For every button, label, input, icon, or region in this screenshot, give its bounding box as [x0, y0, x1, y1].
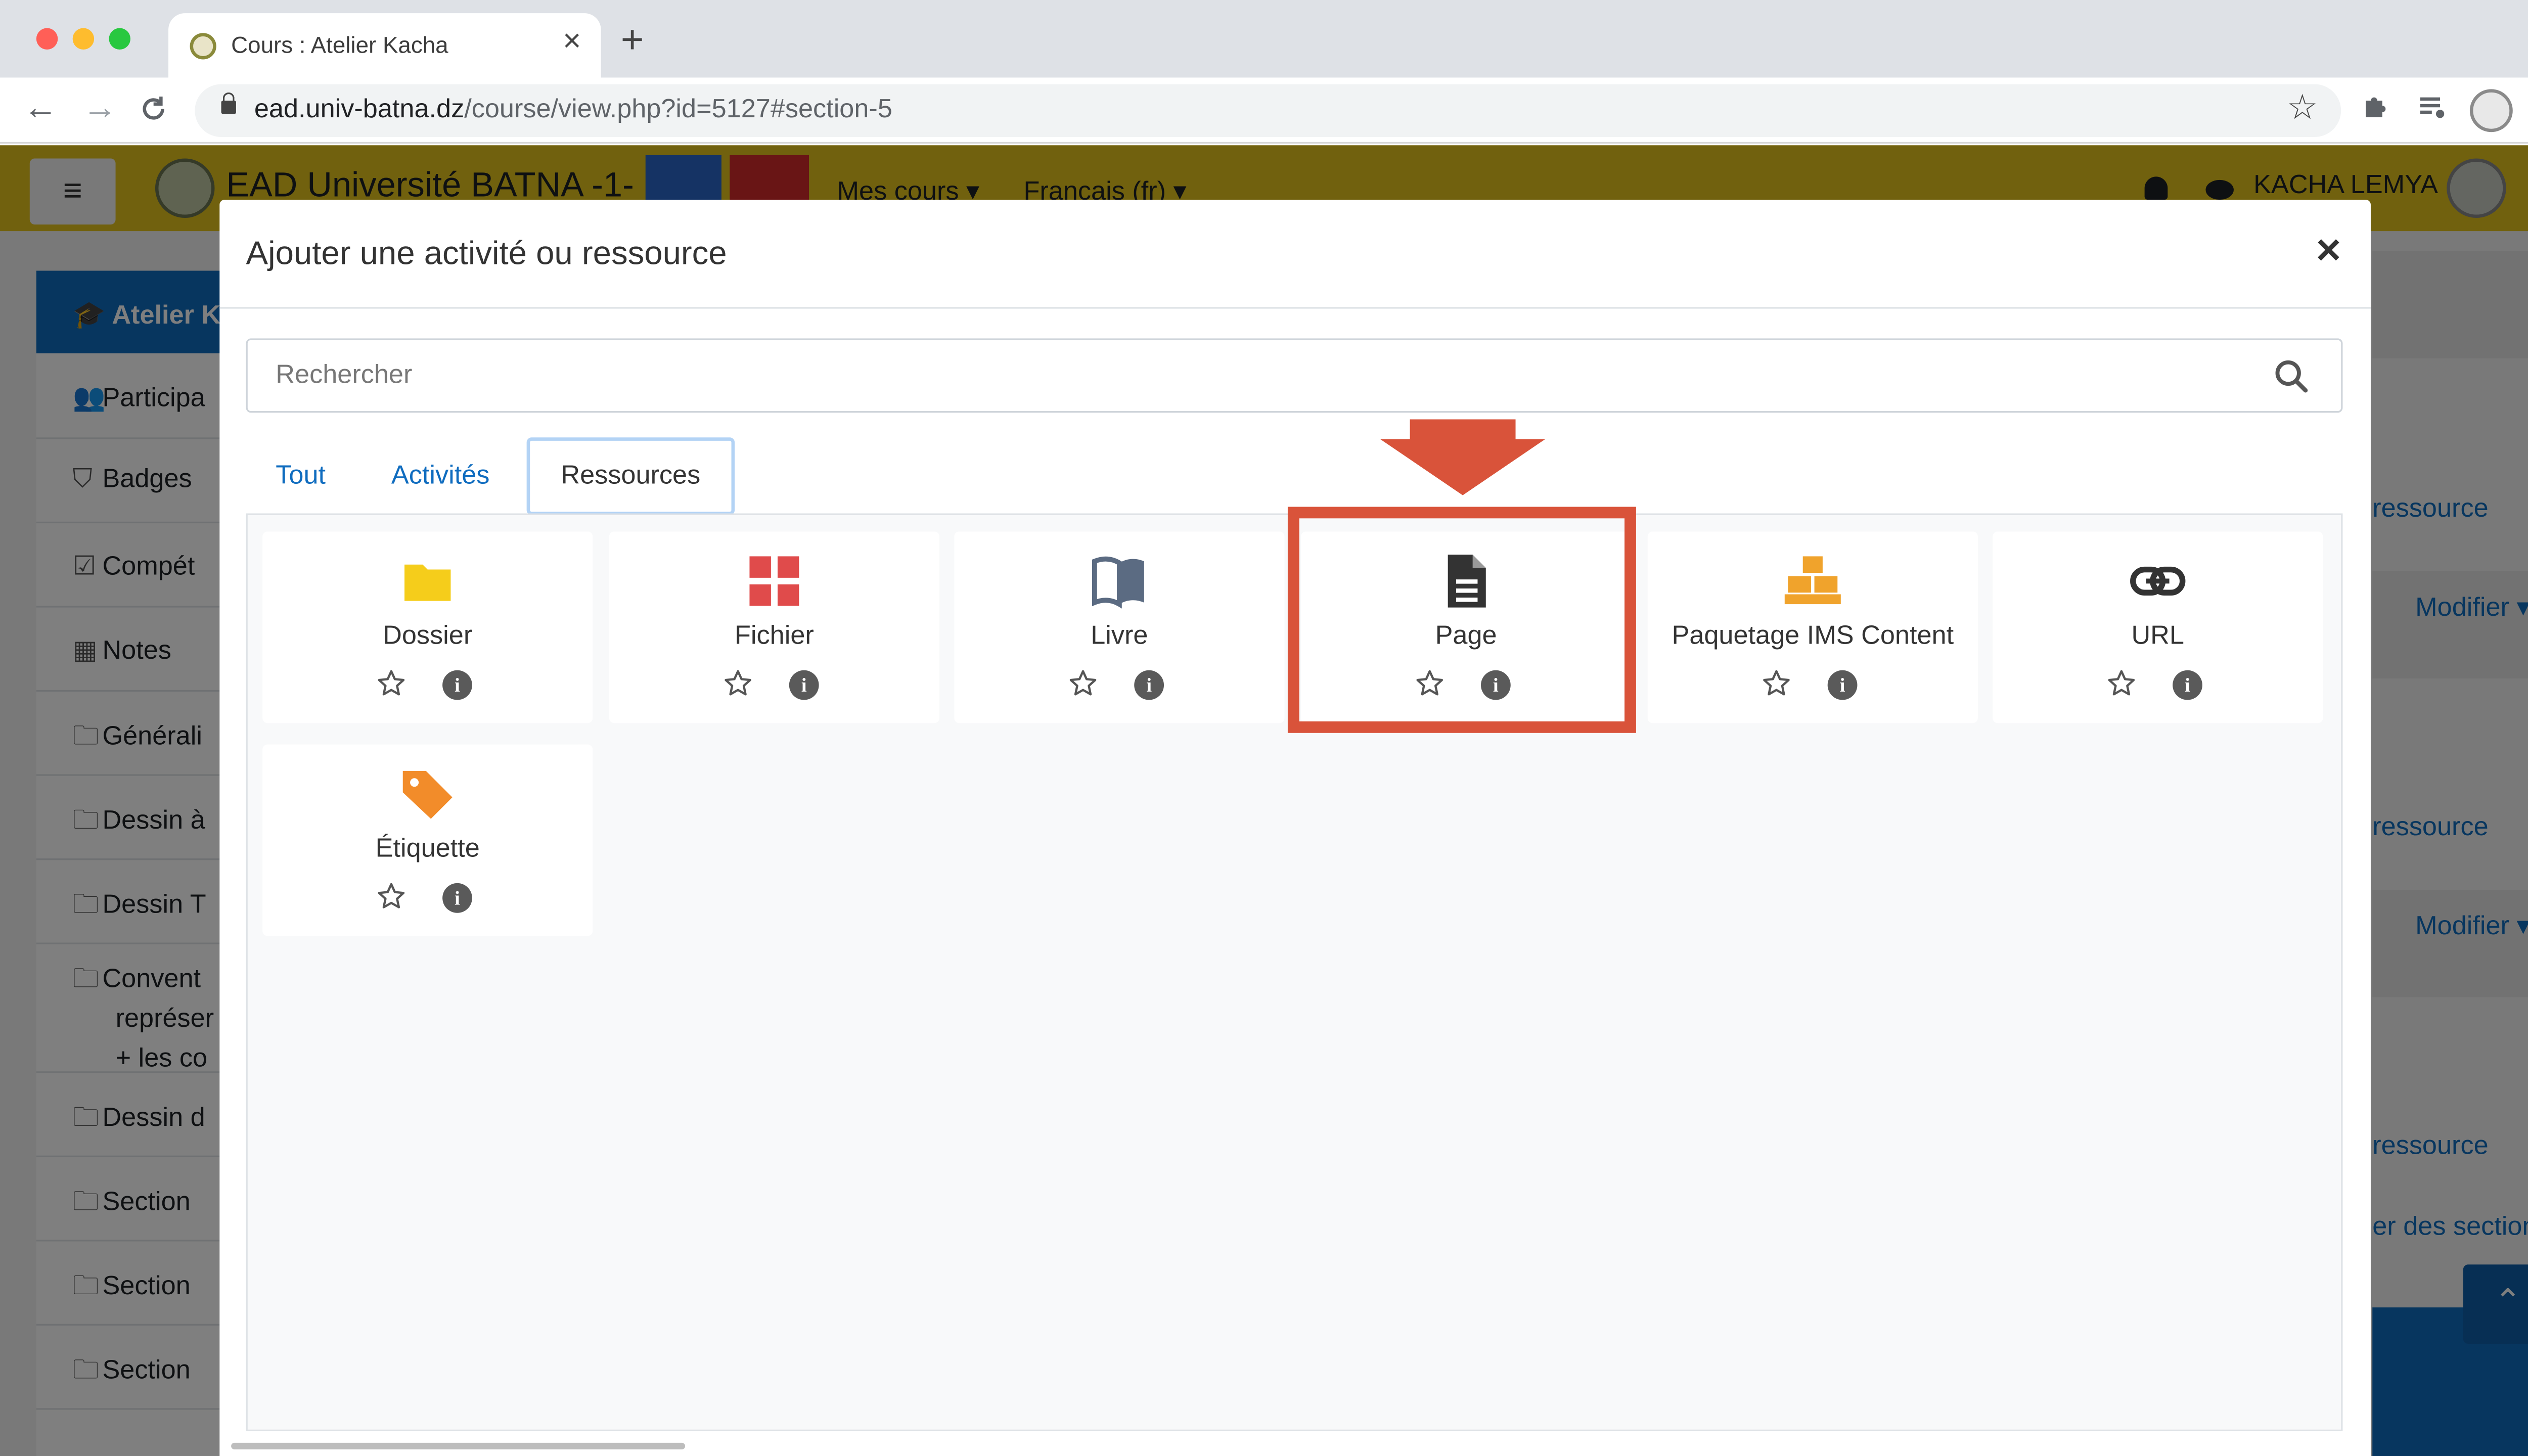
tab-resources[interactable]: Ressources	[526, 437, 735, 515]
star-favourite-icon[interactable]	[376, 668, 406, 698]
book-icon	[1092, 556, 1144, 609]
extensions-icon[interactable]	[2361, 93, 2390, 129]
tab-close-icon[interactable]: ×	[563, 25, 581, 61]
reload-icon	[143, 97, 164, 120]
star-favourite-icon[interactable]	[1068, 668, 1098, 698]
modal-close-button[interactable]: ×	[2316, 224, 2341, 276]
resource-card-fichier[interactable]: Fichier i	[609, 531, 939, 723]
bookmark-star-icon[interactable]: ☆	[2287, 87, 2318, 129]
tab-title: Cours : Atelier Kacha	[231, 31, 448, 58]
screenshot-stage: Cours : Atelier Kacha × + ← → ead.univ-b…	[0, 0, 2528, 1456]
star-favourite-icon[interactable]	[1762, 668, 1791, 698]
file-icon	[749, 556, 799, 606]
resource-card-dossier[interactable]: Dossier i	[262, 531, 593, 723]
url-text[interactable]: ead.univ-batna.dz/course/view.php?id=512…	[254, 96, 892, 125]
url-path: /course/view.php?id=5127#section-5	[464, 96, 892, 124]
url-domain: ead.univ-batna.dz	[254, 96, 465, 124]
modal-header: Ajouter une activité ou ressource ×	[219, 200, 2371, 309]
tab-activities[interactable]: Activités	[391, 462, 490, 492]
activity-chooser-modal: Ajouter une activité ou ressource × Tout…	[219, 200, 2371, 1456]
browser-profile-avatar[interactable]	[2469, 89, 2513, 132]
info-icon[interactable]: i	[1827, 670, 1858, 700]
puzzle-icon	[2366, 97, 2386, 117]
info-icon[interactable]: i	[2173, 670, 2202, 700]
forward-button[interactable]: →	[82, 87, 117, 130]
card-label: Dossier	[383, 622, 473, 651]
back-button[interactable]: ←	[23, 87, 58, 130]
card-label: Fichier	[735, 622, 814, 651]
list-icon	[2420, 97, 2445, 118]
browser-toolbar: ← → ead.univ-batna.dz/course/view.php?id…	[0, 77, 2528, 144]
info-icon[interactable]: i	[1134, 670, 1164, 700]
page-highlight-box	[1287, 507, 1636, 733]
reading-list-icon[interactable]	[2417, 93, 2447, 129]
card-label: Livre	[1091, 622, 1148, 651]
info-icon[interactable]: i	[789, 670, 819, 700]
link-icon	[2130, 566, 2186, 596]
new-tab-button[interactable]: +	[621, 21, 644, 61]
package-icon	[1784, 556, 1841, 605]
card-label: Étiquette	[375, 835, 480, 863]
folder-icon	[404, 564, 451, 601]
reload-button[interactable]	[139, 87, 168, 135]
info-icon[interactable]: i	[442, 883, 472, 913]
window-zoom-button[interactable]	[109, 28, 130, 50]
lock-icon	[221, 92, 236, 114]
resource-card-url[interactable]: URL i	[1993, 531, 2323, 723]
browser-tab-bar: Cours : Atelier Kacha × +	[0, 0, 2528, 78]
window-minimize-button[interactable]	[72, 28, 95, 50]
star-favourite-icon[interactable]	[723, 668, 753, 698]
tag-icon	[402, 770, 453, 819]
card-label: URL	[2131, 622, 2184, 651]
window-close-button[interactable]	[36, 28, 58, 50]
annotation-arrow-down-icon	[1380, 419, 1546, 495]
card-label: Paquetage IMS Content	[1672, 622, 1954, 651]
info-icon[interactable]: i	[442, 670, 472, 700]
search-field	[246, 338, 2343, 413]
star-favourite-icon[interactable]	[2107, 668, 2137, 698]
resource-card-livre[interactable]: Livre i	[954, 531, 1285, 723]
horizontal-scrollbar[interactable]	[231, 1442, 686, 1449]
star-favourite-icon[interactable]	[376, 882, 406, 912]
resource-card-paquetage-ims-content[interactable]: Paquetage IMS Content i	[1647, 531, 1978, 723]
address-bar[interactable]: ead.univ-batna.dz/course/view.php?id=512…	[195, 84, 2341, 138]
resource-card-étiquette[interactable]: Étiquette i	[262, 744, 593, 936]
modal-title: Ajouter une activité ou ressource	[246, 236, 727, 272]
search-input[interactable]	[247, 340, 2262, 412]
site-favicon-icon	[190, 33, 216, 60]
tab-all[interactable]: Tout	[276, 462, 326, 492]
browser-tab[interactable]: Cours : Atelier Kacha ×	[168, 13, 601, 78]
search-icon[interactable]	[2275, 360, 2308, 393]
